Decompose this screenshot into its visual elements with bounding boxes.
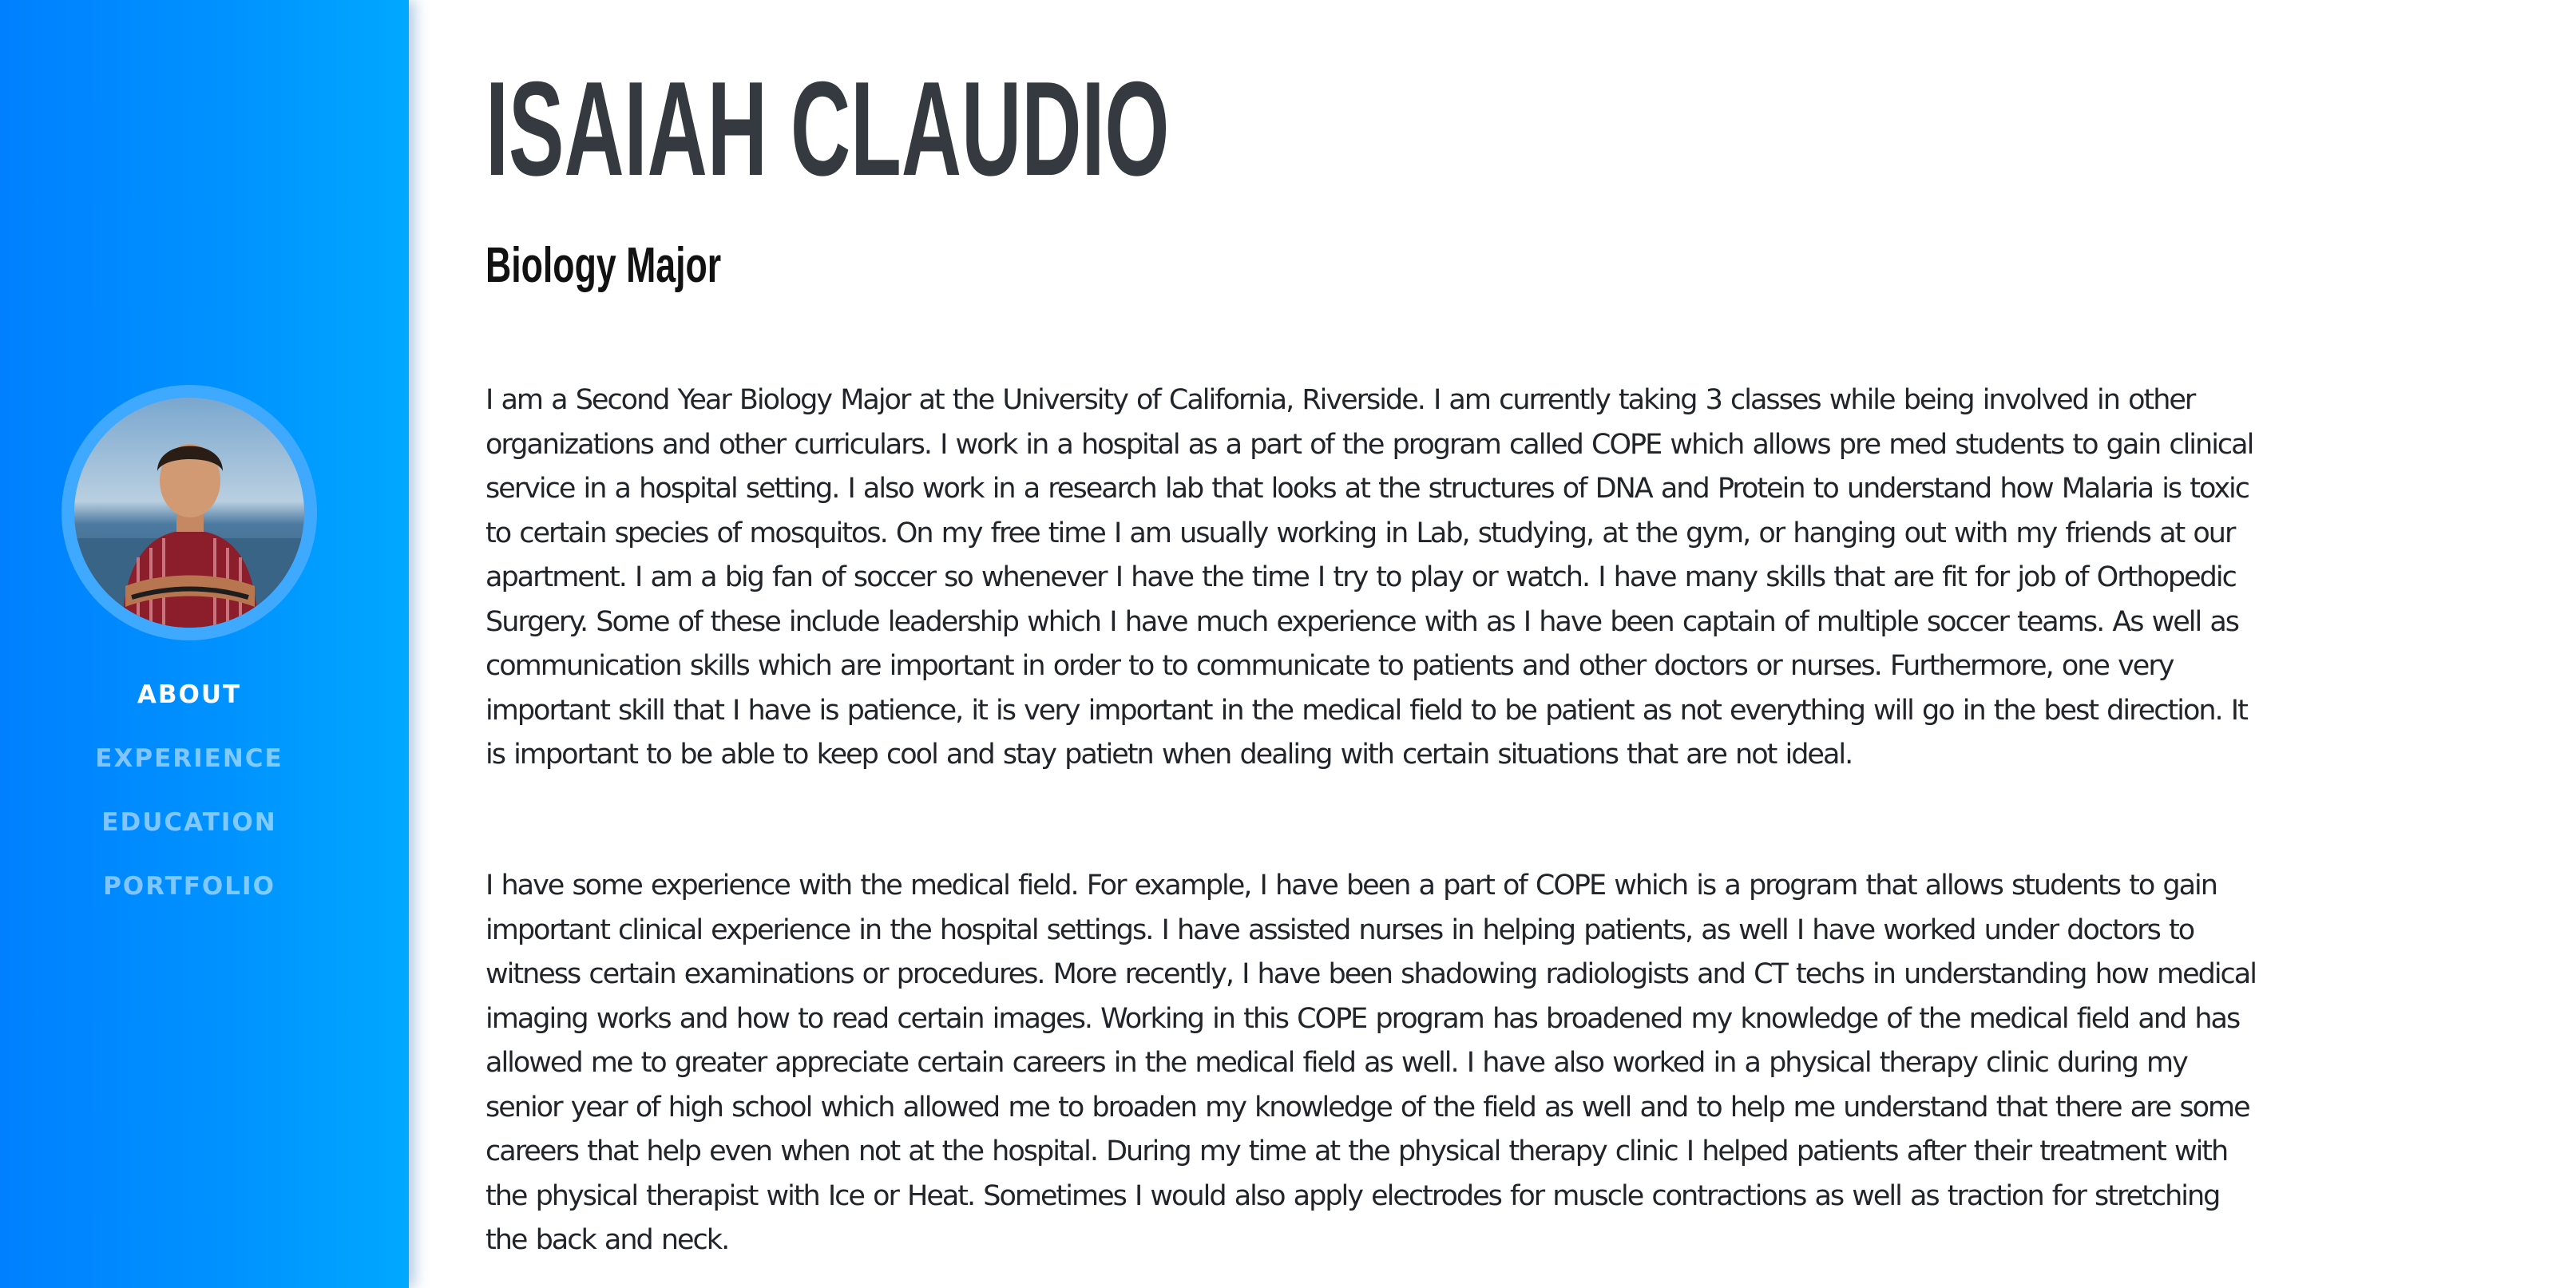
experience-paragraph: I have some experience with the medical … [485, 870, 2257, 1256]
page-title: ISAIAH CLAUDIO [485, 54, 1170, 204]
nav-item-education[interactable]: EDUCATION [0, 803, 378, 867]
avatar [74, 398, 304, 628]
nav-menu: ABOUT EXPERIENCE EDUCATION PORTFOLIO [0, 676, 378, 931]
nav-item-experience[interactable]: EXPERIENCE [0, 739, 378, 803]
nav-item-portfolio[interactable]: PORTFOLIO [0, 867, 378, 931]
page-subtitle: Biology Major [485, 238, 722, 293]
nav-item-about[interactable]: ABOUT [0, 676, 378, 739]
profile-photo [74, 398, 304, 628]
about-paragraph: I am a Second Year Biology Major at the … [485, 384, 2254, 771]
sidebar-nav: ABOUT EXPERIENCE EDUCATION PORTFOLIO [0, 0, 409, 1288]
avatar-ring [61, 385, 317, 640]
